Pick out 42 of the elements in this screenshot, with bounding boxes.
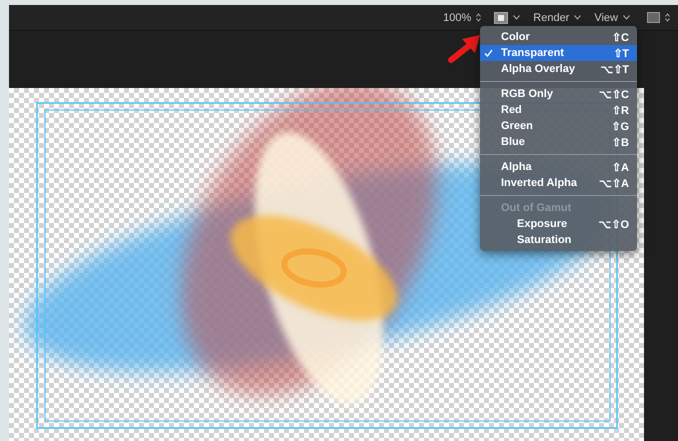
shortcut-label: ⌥⇧A [599, 176, 629, 190]
shortcut-label: ⇧B [612, 136, 629, 148]
menu-item[interactable]: Inverted Alpha ⌥⇧A [480, 175, 637, 191]
menu-item[interactable]: Green ⇧G [480, 118, 637, 134]
shortcut-label: ⇧T [613, 46, 629, 60]
shortcut-label: ⌥⇧C [599, 88, 629, 100]
menu-item-label: Alpha Overlay [501, 63, 576, 75]
stepper-icon [476, 13, 482, 22]
menu-item-label: Blue [501, 136, 526, 148]
shortcut-label: ⇧R [612, 104, 629, 116]
menu-item-label: Exposure [517, 218, 568, 230]
pointer-arrow [448, 33, 482, 63]
menu-item[interactable]: Alpha Overlay ⌥⇧T [480, 61, 637, 77]
menu-item[interactable]: Color ⇧C [480, 29, 637, 45]
chevron-icon [513, 15, 520, 20]
shortcut-label: ⇧C [612, 30, 629, 44]
menu-item[interactable]: Alpha ⇧A [480, 159, 637, 175]
stepper-icon [665, 13, 670, 22]
shortcut-label: ⌥⇧O [598, 218, 629, 230]
menu-item[interactable]: Saturation [480, 232, 637, 248]
menu-item[interactable]: Blue ⇧B [480, 134, 637, 150]
menu-item-label: Alpha [501, 161, 533, 173]
shortcut-label: ⇧G [611, 120, 629, 132]
menu-item[interactable]: Exposure ⌥⇧O [480, 216, 637, 232]
chevron-icon [574, 15, 582, 20]
menu-item-label: RGB Only [501, 88, 554, 100]
chevron-icon [623, 15, 630, 20]
menu-item-label: Inverted Alpha [501, 177, 578, 189]
channels-icon[interactable] [494, 12, 508, 24]
menu-item-label: Green [501, 120, 534, 132]
menu-item-label: Red [501, 104, 523, 116]
shortcut-label: ⌥⇧T [600, 62, 629, 76]
shortcut-label: ⇧A [612, 160, 629, 174]
menu-item[interactable]: Transparent ⇧T [480, 45, 637, 61]
view-menu[interactable]: View [594, 12, 618, 24]
menu-item-label: Saturation [517, 234, 572, 246]
render-menu[interactable]: Render [533, 12, 570, 24]
menu-item-label: Transparent [501, 47, 565, 59]
menu-item-label: Color [501, 31, 531, 43]
zoom-menu[interactable]: 100% [443, 12, 472, 24]
menu-item[interactable]: Red ⇧R [480, 102, 637, 118]
menu-item[interactable]: RGB Only ⌥⇧C [480, 86, 637, 102]
